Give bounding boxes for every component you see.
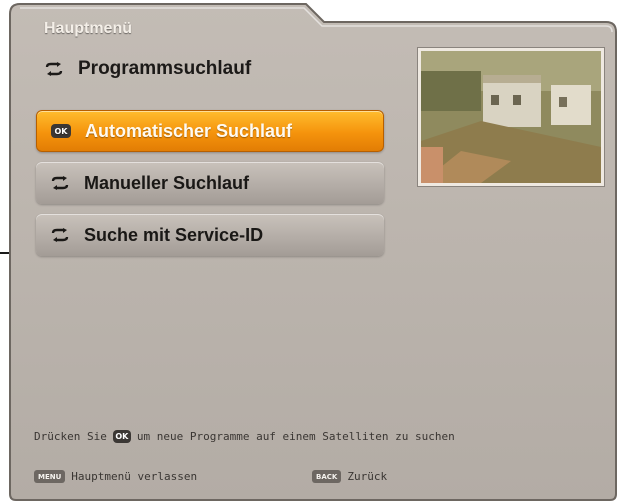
search-menu: OK Automatischer Suchlauf Manueller Such…: [36, 110, 384, 266]
ok-key-icon: OK: [51, 124, 71, 138]
menu-key-icon: MENU: [34, 470, 66, 483]
menu-item-label: Manueller Suchlauf: [84, 172, 250, 193]
ok-key-icon: OK: [112, 430, 131, 443]
menu-item-label: Automatischer Suchlauf: [85, 120, 293, 141]
menu-item-automatic-search[interactable]: OK Automatischer Suchlauf: [36, 110, 384, 152]
footer-exit[interactable]: MENU Hauptmenü verlassen: [34, 470, 197, 483]
tv-preview-window: [418, 48, 604, 186]
footer-exit-label: Hauptmenü verlassen: [71, 470, 198, 483]
menu-item-service-id-search[interactable]: Suche mit Service-ID: [36, 214, 384, 256]
footer-back-label: Zurück: [347, 470, 388, 483]
menu-item-manual-search[interactable]: Manueller Suchlauf: [36, 162, 384, 204]
section-title: Programmsuchlauf: [78, 58, 252, 79]
section-heading: Programmsuchlauf: [44, 58, 251, 80]
loop-arrows-icon: [51, 228, 69, 242]
menu-item-label: Suche mit Service-ID: [84, 224, 264, 245]
preview-picture: [421, 51, 601, 183]
window-title: Hauptmenü: [44, 20, 132, 37]
back-key-icon: BACK: [312, 470, 342, 483]
loop-arrows-icon: [45, 62, 63, 76]
footer-back[interactable]: BACK Zurück: [312, 470, 387, 483]
hint-suffix: um neue Programme auf einem Satelliten z…: [136, 430, 455, 443]
instruction-hint: Drücken Sie OK um neue Programme auf ein…: [34, 430, 455, 443]
hint-prefix: Drücken Sie: [34, 430, 107, 443]
loop-arrows-icon: [51, 176, 69, 190]
